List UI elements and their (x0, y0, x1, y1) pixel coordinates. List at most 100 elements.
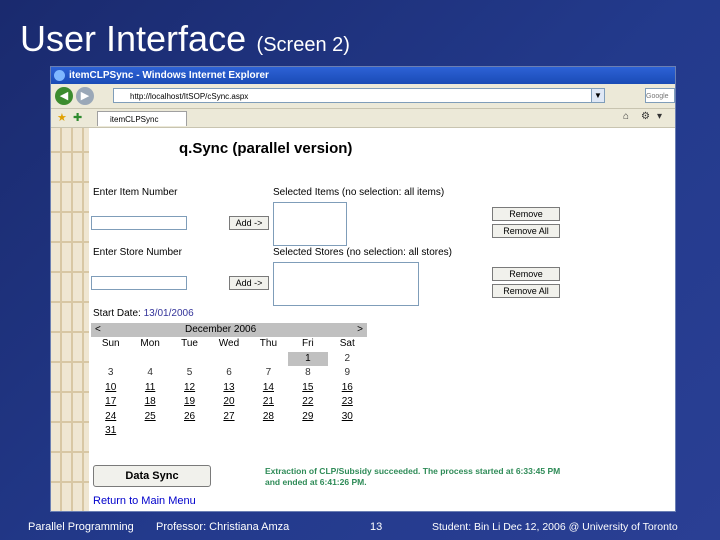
calendar-day[interactable]: 18 (130, 395, 169, 410)
start-date-label: Start Date: 13/01/2006 (93, 308, 194, 319)
tools-icon[interactable]: ⚙ (641, 111, 650, 122)
calendar-day-empty (249, 352, 288, 367)
calendar-day-empty (288, 424, 327, 439)
calendar-day[interactable]: 25 (130, 410, 169, 425)
forward-icon[interactable]: ▶ (76, 87, 94, 105)
calendar-day-empty (170, 424, 209, 439)
calendar-day-name: Sun (101, 338, 120, 349)
address-bar: ◀ ▶ http://localhost/ItSOP/cSync.aspx ▼ … (51, 84, 675, 109)
calendar-prev-button[interactable]: < (95, 324, 101, 335)
remove-store-button[interactable]: Remove (492, 267, 560, 281)
slide-title-sub: (Screen 2) (256, 34, 350, 56)
calendar-day-name: Sat (339, 338, 355, 349)
footer-course: Parallel Programming (28, 521, 134, 533)
calendar-next-button[interactable]: > (357, 324, 363, 335)
calendar-day[interactable]: 9 (328, 366, 367, 381)
calendar-day[interactable]: 8 (288, 366, 327, 381)
slide-title-main: User Interface (20, 18, 247, 59)
window-title: itemCLPSync - Windows Internet Explorer (69, 70, 269, 81)
footer-student: Student: Bin Li Dec 12, 2006 @ Universit… (432, 521, 678, 533)
calendar-day-empty (209, 424, 248, 439)
calendar-day-empty (130, 424, 169, 439)
calendar-day[interactable]: 21 (249, 395, 288, 410)
calendar-day[interactable]: 29 (288, 410, 327, 425)
calendar-day[interactable]: 14 (249, 381, 288, 396)
calendar-month-title: December 2006 (185, 324, 257, 335)
calendar-header: < December 2006 > (91, 323, 367, 337)
store-number-input[interactable] (91, 276, 187, 290)
remove-all-stores-button[interactable]: Remove All (492, 284, 560, 298)
calendar-day[interactable]: 28 (249, 410, 288, 425)
calendar-day[interactable]: 15 (288, 381, 327, 396)
item-number-input[interactable] (91, 216, 187, 230)
calendar-day[interactable]: 12 (170, 381, 209, 396)
calendar-day[interactable]: 27 (209, 410, 248, 425)
calendar-day[interactable]: 20 (209, 395, 248, 410)
item-number-label: Enter Item Number (93, 187, 178, 198)
window-title-bar: itemCLPSync - Windows Internet Explorer (51, 67, 675, 84)
url-input[interactable]: http://localhost/ItSOP/cSync.aspx (113, 88, 593, 103)
store-number-label: Enter Store Number (93, 247, 182, 258)
calendar-day-empty (91, 352, 130, 367)
remove-all-items-button[interactable]: Remove All (492, 224, 560, 238)
tab-itemclpsync[interactable]: itemCLPSync (97, 111, 187, 126)
start-date-caption: Start Date: (93, 308, 141, 319)
search-input[interactable]: Google (645, 88, 675, 103)
footer-page-number: 13 (370, 521, 383, 533)
slide-title: User Interface (Screen 2) (20, 18, 350, 60)
calendar-day[interactable]: 23 (328, 395, 367, 410)
start-date-value: 13/01/2006 (143, 308, 194, 319)
calendar-day[interactable]: 17 (91, 395, 130, 410)
add-favorite-icon[interactable]: ✚ (73, 111, 82, 124)
calendar-day[interactable]: 1 (288, 351, 328, 366)
calendar-day[interactable]: 7 (249, 366, 288, 381)
selected-items-list[interactable] (273, 202, 347, 246)
circuit-decoration (51, 128, 89, 511)
footer-professor: Professor: Christiana Amza (156, 521, 290, 533)
add-item-button[interactable]: Add -> (229, 216, 269, 230)
calendar-days: 1 2 3 4 5 6 7 8 9 10 11 12 13 14 15 16 17 18 19 20 21 22 23 24 2… (91, 351, 367, 439)
return-to-main-menu-link[interactable]: Return to Main Menu (93, 495, 196, 507)
selected-stores-label: Selected Stores (no selection: all store… (273, 247, 452, 258)
calendar-day-empty (328, 424, 367, 439)
calendar-day-names: Sun Mon Tue Wed Thu Fri Sat (91, 337, 367, 352)
calendar-day[interactable]: 31 (91, 424, 130, 439)
calendar-day[interactable]: 10 (91, 381, 130, 396)
date-calendar: < December 2006 > Sun Mon Tue Wed Thu Fri Sat … (91, 323, 367, 453)
calendar-day[interactable]: 13 (209, 381, 248, 396)
calendar-day[interactable]: 5 (170, 366, 209, 381)
url-dropdown-icon[interactable]: ▼ (591, 88, 605, 103)
calendar-day[interactable]: 19 (170, 395, 209, 410)
calendar-day[interactable]: 3 (91, 366, 130, 381)
calendar-day[interactable]: 6 (209, 366, 248, 381)
selected-stores-list[interactable] (273, 262, 419, 306)
calendar-day-name: Tue (181, 338, 198, 349)
favorites-star-icon[interactable]: ★ (57, 111, 67, 124)
calendar-day[interactable]: 2 (328, 352, 367, 367)
calendar-day[interactable]: 4 (130, 366, 169, 381)
calendar-day[interactable]: 26 (170, 410, 209, 425)
calendar-day[interactable]: 11 (130, 381, 169, 396)
calendar-day[interactable]: 22 (288, 395, 327, 410)
calendar-day[interactable]: 24 (91, 410, 130, 425)
calendar-day[interactable]: 16 (328, 381, 367, 396)
calendar-day-empty (130, 352, 169, 367)
tools-dropdown-icon[interactable]: ▾ (657, 111, 662, 122)
browser-window: itemCLPSync - Windows Internet Explorer … (50, 66, 676, 512)
data-sync-button[interactable]: Data Sync (93, 465, 211, 487)
home-icon[interactable]: ⌂ (623, 111, 629, 122)
calendar-day-empty (249, 424, 288, 439)
page-title: q.Sync (parallel version) (179, 140, 353, 157)
page-content: q.Sync (parallel version) Enter Item Num… (51, 128, 675, 511)
status-message: Extraction of CLP/Subsidy succeeded. The… (265, 466, 561, 487)
add-store-button[interactable]: Add -> (229, 276, 269, 290)
calendar-day-name: Thu (259, 338, 278, 349)
selected-items-label: Selected Items (no selection: all items) (273, 187, 445, 198)
calendar-day-empty (170, 352, 209, 367)
tab-bar: ★ ✚ itemCLPSync ⌂ ⚙ ▾ (51, 109, 675, 128)
calendar-day-name: Wed (218, 338, 240, 349)
calendar-day[interactable]: 30 (328, 410, 367, 425)
remove-item-button[interactable]: Remove (492, 207, 560, 221)
calendar-day-name: Mon (140, 338, 160, 349)
back-icon[interactable]: ◀ (55, 87, 73, 105)
